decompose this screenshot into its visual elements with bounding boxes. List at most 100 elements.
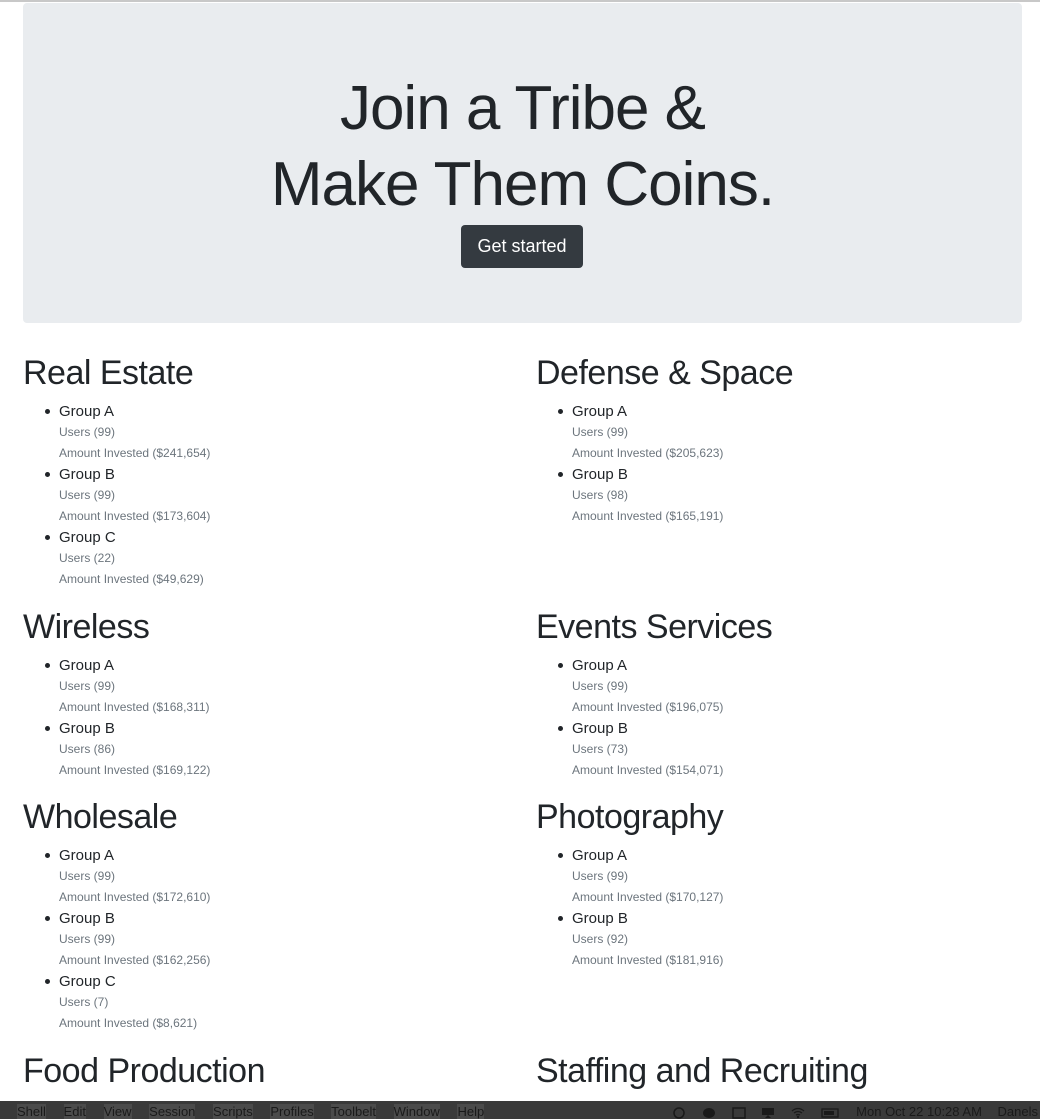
- group-list: Group A Users (99) Amount Invested ($170…: [558, 845, 1016, 971]
- hero-title-line-1: Join a Tribe &: [339, 74, 706, 143]
- group-users: Users (98): [572, 488, 629, 502]
- menu-session[interactable]: Session: [149, 1104, 196, 1119]
- group-users: Users (7): [59, 995, 109, 1009]
- group-name: Group C: [59, 973, 116, 990]
- category-food-production: Food Production: [23, 1051, 503, 1091]
- menu-profiles[interactable]: Profiles: [270, 1104, 314, 1119]
- group-item: Group A Users (99) Amount Invested ($196…: [558, 655, 1016, 718]
- group-users: Users (73): [572, 742, 629, 756]
- group-item: Group C Users (7) Amount Invested ($8,62…: [45, 971, 503, 1034]
- group-invested: Amount Invested ($196,075): [572, 700, 724, 714]
- menu-window[interactable]: Window: [393, 1104, 440, 1119]
- category-title: Wholesale: [23, 798, 178, 836]
- group-users: Users (99): [572, 425, 629, 439]
- group-list: Group A Users (99) Amount Invested ($168…: [45, 655, 503, 781]
- group-name: Group B: [572, 910, 628, 927]
- app-menu: Shell Edit View Session Scripts Profiles…: [17, 1103, 498, 1119]
- category-real-estate: Real Estate Group A Users (99) Amount In…: [23, 353, 503, 590]
- group-list: Group A Users (99) Amount Invested ($241…: [45, 401, 503, 590]
- group-invested: Amount Invested ($205,623): [572, 446, 724, 460]
- group-name: Group B: [59, 910, 115, 927]
- top-divider: [0, 0, 1040, 2]
- window-manager-icon[interactable]: [731, 1106, 746, 1119]
- group-invested: Amount Invested ($173,604): [59, 509, 211, 523]
- category-events-services: Events Services Group A Users (99) Amoun…: [536, 607, 1016, 781]
- group-users: Users (86): [59, 742, 116, 756]
- battery-icon[interactable]: [820, 1107, 841, 1119]
- group-invested: Amount Invested ($8,621): [59, 1016, 198, 1030]
- category-title: Staffing and Recruiting: [536, 1052, 868, 1090]
- macos-menu-bar: Shell Edit View Session Scripts Profiles…: [0, 1101, 1040, 1119]
- menu-clock[interactable]: Mon Oct 22 10:28 AM: [856, 1104, 982, 1119]
- group-name: Group A: [59, 847, 115, 864]
- category-title: Events Services: [536, 608, 773, 646]
- group-name: Group A: [572, 403, 628, 420]
- group-item: Group B Users (98) Amount Invested ($165…: [558, 464, 1016, 527]
- category-title: Wireless: [23, 608, 150, 646]
- category-title: Photography: [536, 798, 724, 836]
- group-list: Group A Users (99) Amount Invested ($205…: [558, 401, 1016, 527]
- group-item: Group A Users (99) Amount Invested ($241…: [45, 401, 503, 464]
- status-area: Mon Oct 22 10:28 AM Danels: [660, 1103, 1038, 1119]
- menu-shell[interactable]: Shell: [17, 1104, 46, 1119]
- group-item: Group A Users (99) Amount Invested ($170…: [558, 845, 1016, 908]
- group-users: Users (99): [59, 869, 116, 883]
- group-invested: Amount Invested ($181,916): [572, 953, 724, 967]
- group-item: Group B Users (92) Amount Invested ($181…: [558, 908, 1016, 971]
- category-photography: Photography Group A Users (99) Amount In…: [536, 797, 1016, 971]
- hero-title-line-2: Make Them Coins.: [270, 150, 775, 219]
- group-invested: Amount Invested ($172,610): [59, 890, 211, 904]
- group-invested: Amount Invested ($165,191): [572, 509, 724, 523]
- group-item: Group A Users (99) Amount Invested ($205…: [558, 401, 1016, 464]
- group-list: Group A Users (99) Amount Invested ($172…: [45, 845, 503, 1034]
- group-name: Group B: [572, 720, 628, 737]
- category-staffing-recruiting: Staffing and Recruiting: [536, 1051, 1016, 1091]
- airplay-icon[interactable]: [761, 1107, 775, 1119]
- group-users: Users (99): [572, 679, 629, 693]
- group-users: Users (92): [572, 932, 629, 946]
- group-users: Users (22): [59, 551, 116, 565]
- group-users: Users (99): [59, 679, 116, 693]
- group-invested: Amount Invested ($162,256): [59, 953, 211, 967]
- group-item: Group B Users (99) Amount Invested ($162…: [45, 908, 503, 971]
- clock-icon[interactable]: [672, 1106, 686, 1119]
- category-title: Defense & Space: [536, 354, 794, 392]
- group-name: Group B: [59, 466, 115, 483]
- category-wireless: Wireless Group A Users (99) Amount Inves…: [23, 607, 503, 781]
- menu-scripts[interactable]: Scripts: [213, 1104, 253, 1119]
- group-users: Users (99): [59, 488, 116, 502]
- group-item: Group A Users (99) Amount Invested ($172…: [45, 845, 503, 908]
- group-name: Group C: [59, 529, 116, 546]
- group-name: Group B: [572, 466, 628, 483]
- group-users: Users (99): [59, 425, 116, 439]
- menu-help[interactable]: Help: [457, 1104, 485, 1119]
- get-started-button[interactable]: Get started: [461, 225, 583, 268]
- group-invested: Amount Invested ($241,654): [59, 446, 211, 460]
- hero-jumbotron: Join a Tribe & Make Them Coins. Get star…: [23, 3, 1022, 323]
- menu-toolbelt[interactable]: Toolbelt: [331, 1104, 376, 1119]
- hero-title: Join a Tribe & Make Them Coins.: [23, 71, 1022, 223]
- category-wholesale: Wholesale Group A Users (99) Amount Inve…: [23, 797, 503, 1034]
- group-invested: Amount Invested ($168,311): [59, 700, 210, 714]
- group-name: Group B: [59, 720, 115, 737]
- group-name: Group A: [572, 847, 628, 864]
- group-invested: Amount Invested ($49,629): [59, 572, 204, 586]
- group-list: Group A Users (99) Amount Invested ($196…: [558, 655, 1016, 781]
- group-invested: Amount Invested ($169,122): [59, 763, 211, 777]
- group-name: Group A: [59, 403, 115, 420]
- category-defense-space: Defense & Space Group A Users (99) Amoun…: [536, 353, 1016, 527]
- group-invested: Amount Invested ($170,127): [572, 890, 724, 904]
- group-invested: Amount Invested ($154,071): [572, 763, 724, 777]
- menu-view[interactable]: View: [103, 1104, 132, 1119]
- menu-edit[interactable]: Edit: [63, 1104, 86, 1119]
- group-item: Group A Users (99) Amount Invested ($168…: [45, 655, 503, 718]
- group-item: Group B Users (73) Amount Invested ($154…: [558, 718, 1016, 781]
- group-name: Group A: [572, 657, 628, 674]
- wifi-icon[interactable]: [791, 1107, 805, 1119]
- category-title: Real Estate: [23, 354, 194, 392]
- group-users: Users (99): [59, 932, 116, 946]
- menu-user[interactable]: Danels: [998, 1104, 1038, 1119]
- group-item: Group B Users (99) Amount Invested ($173…: [45, 464, 503, 527]
- elephant-icon[interactable]: [702, 1107, 716, 1119]
- category-title: Food Production: [23, 1052, 266, 1090]
